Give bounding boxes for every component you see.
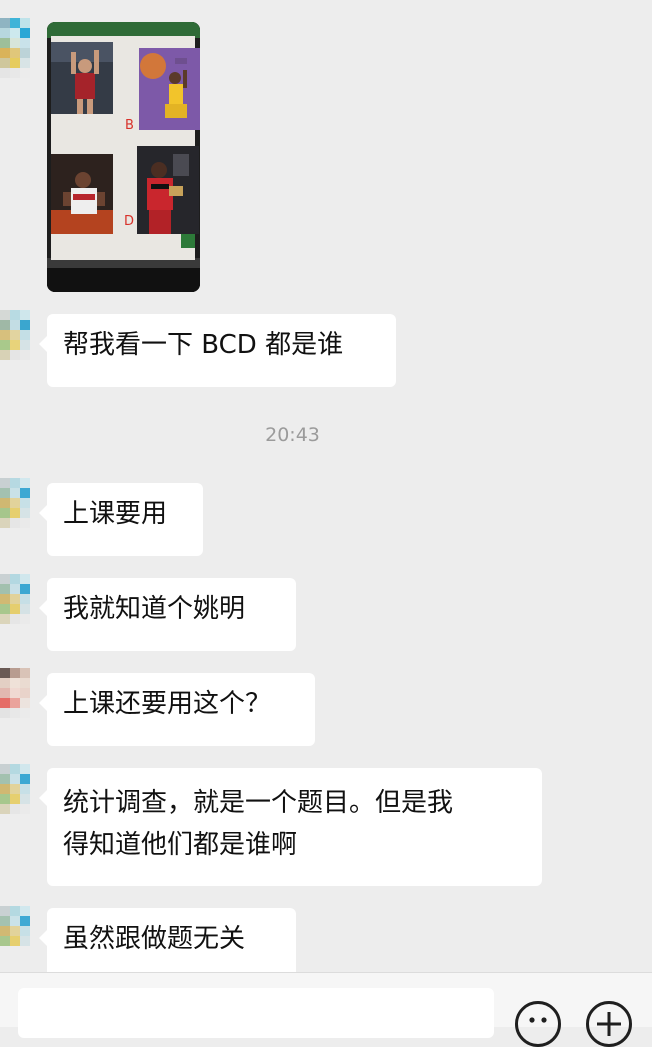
label-b: B [125, 118, 134, 133]
message-bubble[interactable]: 上课还要用这个？ [39, 673, 315, 746]
avatar[interactable] [0, 574, 30, 656]
emoji-icon[interactable] [515, 1001, 561, 1047]
message-input[interactable] [18, 988, 494, 1038]
photo-message[interactable]: B D [47, 22, 200, 292]
avatar[interactable] [0, 764, 30, 846]
player-picture-a [51, 42, 113, 114]
message-bubble[interactable]: 统计调查，就是一个题目。但是我 得知道他们都是谁啊 [39, 768, 542, 886]
green-corner [181, 234, 195, 248]
avatar[interactable] [0, 668, 30, 750]
plus-icon[interactable] [586, 1001, 632, 1047]
label-d: D [124, 214, 135, 229]
message-bubble[interactable]: 帮我看一下 BCD 都是谁 [39, 314, 396, 387]
message-bubble[interactable]: 上课要用 [39, 483, 203, 556]
avatar[interactable] [0, 906, 30, 972]
message-bubble[interactable]: 我就知道个姚明 [39, 578, 296, 651]
player-picture-b [139, 48, 200, 130]
player-picture-d [137, 146, 199, 234]
message-bubble[interactable]: 虽然跟做题无关 [39, 908, 296, 981]
avatar[interactable] [0, 18, 30, 100]
paper-sheet: B D [51, 36, 200, 260]
player-picture-c [51, 154, 113, 234]
avatar[interactable] [0, 310, 30, 392]
message-timestamp: 20:43 [265, 424, 320, 446]
avatar[interactable] [0, 478, 30, 560]
input-bar [0, 972, 652, 1047]
